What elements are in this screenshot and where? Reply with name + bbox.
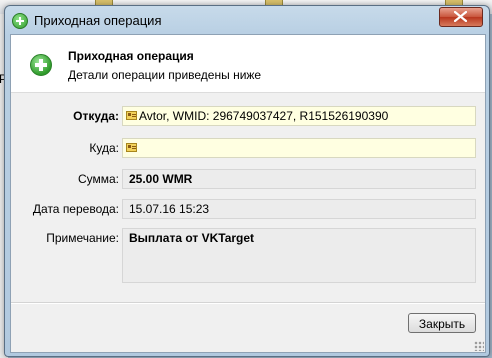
window-close-button[interactable] bbox=[439, 7, 483, 27]
purse-card-icon bbox=[126, 111, 137, 121]
from-field[interactable]: Avtor, WMID: 296749037427, R151526190390 bbox=[122, 106, 476, 126]
header-title: Приходная операция bbox=[68, 49, 194, 63]
close-button[interactable]: Закрыть bbox=[408, 313, 476, 333]
date-value: 15.07.16 15:23 bbox=[129, 202, 210, 216]
close-icon bbox=[454, 11, 467, 22]
footer-divider bbox=[11, 302, 485, 304]
dialog-window: Приходная операция Приходная операция Де… bbox=[4, 5, 490, 357]
note-field[interactable]: Выплата от VKTarget bbox=[122, 228, 476, 283]
note-label: Примечание: bbox=[46, 231, 119, 245]
title-bar[interactable]: Приходная операция bbox=[5, 6, 489, 34]
header-subtitle: Детали операции приведены ниже bbox=[68, 68, 262, 82]
amount-field[interactable]: 25.00 WMR bbox=[122, 169, 476, 189]
to-label: Куда: bbox=[89, 141, 119, 155]
from-value: Avtor, WMID: 296749037427, R151526190390 bbox=[139, 109, 389, 123]
header-panel: Приходная операция Детали операции приве… bbox=[11, 35, 485, 93]
window-title: Приходная операция bbox=[34, 13, 162, 28]
note-value: Выплата от VKTarget bbox=[129, 231, 255, 245]
resize-grip-icon[interactable] bbox=[474, 341, 484, 351]
plus-circle-icon bbox=[12, 13, 28, 29]
amount-label: Сумма: bbox=[77, 172, 119, 186]
amount-value: 25.00 WMR bbox=[129, 172, 193, 186]
dialog-body: Приходная операция Детали операции приве… bbox=[10, 34, 486, 353]
date-field[interactable]: 15.07.16 15:23 bbox=[122, 199, 476, 219]
from-label: Откуда: bbox=[73, 109, 119, 123]
plus-circle-icon bbox=[30, 54, 52, 76]
to-field[interactable] bbox=[122, 138, 476, 158]
date-label: Дата перевода: bbox=[32, 202, 119, 216]
purse-card-icon bbox=[126, 143, 137, 153]
